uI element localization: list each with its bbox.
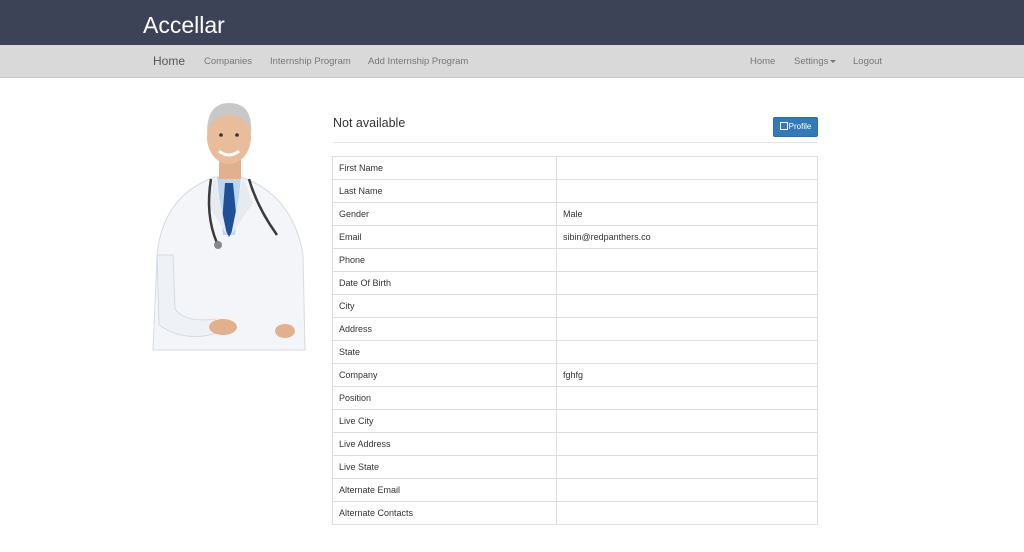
nav-logout[interactable]: Logout xyxy=(853,45,882,78)
table-row: State xyxy=(332,340,818,364)
field-value xyxy=(556,294,818,318)
nav-add-internship-program[interactable]: Add Internship Program xyxy=(368,45,468,78)
field-label: City xyxy=(332,294,557,318)
table-row: Address xyxy=(332,317,818,341)
profile-details-table: First Name Last Name Gender Male Email sibin@… xyxy=(332,156,818,525)
field-value xyxy=(556,455,818,479)
field-value xyxy=(556,179,818,203)
field-value: fghfg xyxy=(556,363,818,387)
profile-button[interactable]: Profile xyxy=(773,117,818,137)
field-label: Date Of Birth xyxy=(332,271,557,295)
title-divider xyxy=(333,142,818,143)
field-value xyxy=(556,317,818,341)
field-label: Alternate Contacts xyxy=(332,501,557,525)
field-label: Company xyxy=(332,363,557,387)
field-value xyxy=(556,271,818,295)
field-value xyxy=(556,432,818,456)
field-value xyxy=(556,248,818,272)
field-value xyxy=(556,340,818,364)
field-value xyxy=(556,501,818,525)
table-row: Live City xyxy=(332,409,818,433)
table-row: Date Of Birth xyxy=(332,271,818,295)
field-label: Live City xyxy=(332,409,557,433)
table-row: Position xyxy=(332,386,818,410)
field-label: Address xyxy=(332,317,557,341)
field-label: Last Name xyxy=(332,179,557,203)
field-label: Gender xyxy=(332,202,557,226)
field-value: Male xyxy=(556,202,818,226)
field-value xyxy=(556,386,818,410)
profile-title: Not available xyxy=(333,116,406,130)
table-row: Company fghfg xyxy=(332,363,818,387)
table-row: Email sibin@redpanthers.co xyxy=(332,225,818,249)
field-value xyxy=(556,478,818,502)
table-row: Last Name xyxy=(332,179,818,203)
field-value: sibin@redpanthers.co xyxy=(556,225,818,249)
field-value xyxy=(556,409,818,433)
nav-companies[interactable]: Companies xyxy=(204,45,252,78)
table-row: First Name xyxy=(332,156,818,180)
table-row: Gender Male xyxy=(332,202,818,226)
nav-settings-label: Settings xyxy=(794,56,829,67)
edit-check-icon xyxy=(779,122,788,130)
nav-settings-dropdown[interactable]: Settings xyxy=(794,45,837,78)
table-row: Live State xyxy=(332,455,818,479)
table-row: Alternate Contacts xyxy=(332,501,818,525)
table-row: Alternate Email xyxy=(332,478,818,502)
table-row: Live Address xyxy=(332,432,818,456)
profile-button-label: Profile xyxy=(788,122,812,131)
field-label: Live State xyxy=(332,455,557,479)
caret-down-icon xyxy=(830,59,837,63)
field-label: Phone xyxy=(332,248,557,272)
top-header: Accellar xyxy=(0,0,1024,45)
field-label: Position xyxy=(332,386,557,410)
field-label: Email xyxy=(332,225,557,249)
field-label: Live Address xyxy=(332,432,557,456)
nav-home[interactable]: Home xyxy=(153,45,185,78)
field-value xyxy=(556,156,818,180)
field-label: Alternate Email xyxy=(332,478,557,502)
field-label: First Name xyxy=(332,156,557,180)
table-row: City xyxy=(332,294,818,318)
nav-right-home[interactable]: Home xyxy=(750,45,775,78)
nav-bar: Home Companies Internship Program Add In… xyxy=(0,45,1024,78)
brand-title[interactable]: Accellar xyxy=(143,11,225,39)
field-label: State xyxy=(332,340,557,364)
profile-photo xyxy=(152,103,306,351)
table-row: Phone xyxy=(332,248,818,272)
nav-internship-program[interactable]: Internship Program xyxy=(270,45,351,78)
